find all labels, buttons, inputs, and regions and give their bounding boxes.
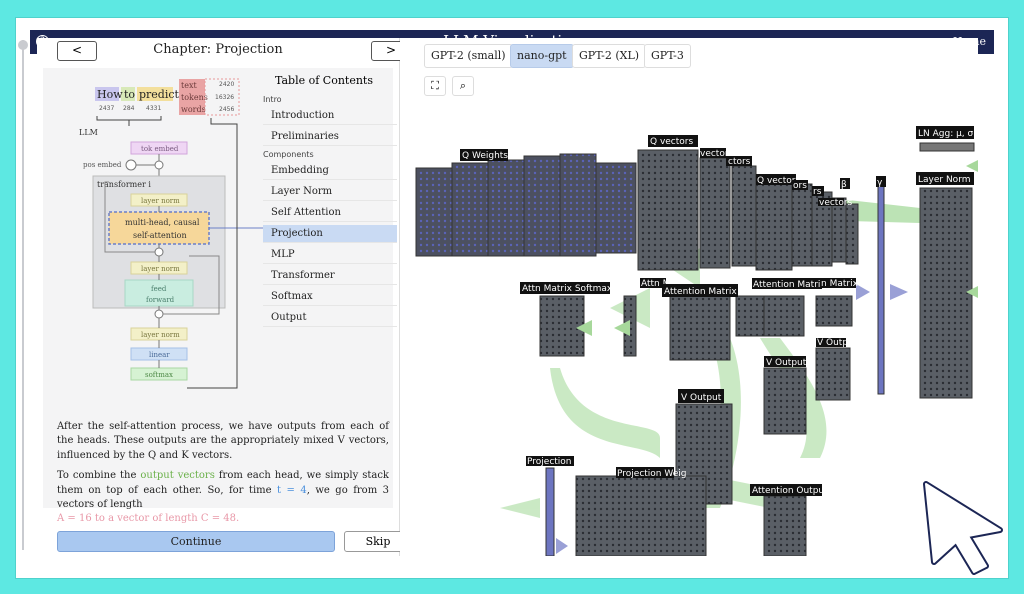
- paragraph-2-a: To combine the: [57, 470, 141, 482]
- linear-label: linear: [149, 351, 170, 359]
- token-id-0: 2437: [99, 105, 114, 112]
- toc-group-components: Components: [263, 150, 314, 159]
- progress-rail-handle[interactable]: [18, 40, 28, 50]
- attention-matrix-block: [669, 295, 731, 361]
- n-matrix-block: [815, 295, 853, 327]
- legend-text: text: [181, 81, 197, 90]
- toc-item-projection[interactable]: Projection: [263, 225, 397, 243]
- label-attention-matrix: Attention Matrix: [664, 287, 737, 297]
- token-id-2: 4331: [146, 105, 161, 112]
- q-vectors-stack: [637, 149, 859, 271]
- label-attention-matrix-2: Attention Matrix: [753, 280, 826, 290]
- continue-button[interactable]: Continue: [57, 531, 335, 552]
- label-rs: rs: [813, 187, 822, 197]
- cursor-icon: [923, 481, 1003, 575]
- toc-item-introduction[interactable]: Introduction: [263, 107, 397, 125]
- feed-forward-label-1: feed: [151, 285, 167, 293]
- walkthrough-panel: < Chapter: Projection > How to predict 2…: [37, 38, 412, 556]
- toc-item-self-attention[interactable]: Self Attention: [263, 204, 397, 222]
- attention-matrix-2-block: [763, 295, 805, 337]
- projection-weights-block: [575, 475, 707, 556]
- label-projection-bias: Projection Bias: [527, 457, 594, 467]
- label-n-matrix: n Matrix: [821, 279, 859, 289]
- attn-softmax-block: [539, 295, 585, 357]
- layer-norm-block: [919, 187, 973, 399]
- label-attention-output: Attention Output: [752, 486, 828, 496]
- visualization-canvas[interactable]: GPT-2 (small) nano-gpt GPT-2 (XL) GPT-3 …: [400, 38, 978, 556]
- label-ln-agg: LN Agg: μ, σ: [918, 129, 974, 139]
- v-output-small-block: [815, 347, 851, 401]
- legend-tokens: tokens: [181, 93, 208, 102]
- label-beta: β: [841, 180, 847, 190]
- label-vectors-small: vectors: [819, 198, 853, 208]
- legend-value-1: 16326: [215, 94, 234, 101]
- pos-embed-label: pos embed: [83, 161, 122, 169]
- label-q-weights: Q Weights: [462, 151, 508, 161]
- tok-embed-label: tok embed: [141, 145, 179, 153]
- llm-label: LLM: [79, 128, 98, 137]
- toc-item-mlp[interactable]: MLP: [263, 246, 397, 264]
- ln-agg-block: [919, 142, 975, 152]
- llm-3d-scene: Q Weights Q vectors vectors ctors Q vect…: [415, 126, 978, 556]
- paragraph-1: After the self-attention process, we hav…: [57, 421, 389, 461]
- toc-item-embedding[interactable]: Embedding: [263, 162, 397, 180]
- paragraph-2-d: A = 16 to a vector of length C = 48.: [57, 513, 240, 525]
- toc-title: Table of Contents: [275, 74, 374, 87]
- layer-norm-1-label: layer norm: [141, 197, 180, 205]
- label-v-output-2: V Output: [766, 358, 807, 368]
- label-ors: ors: [793, 181, 807, 191]
- layer-norm-2-label: layer norm: [141, 265, 180, 273]
- toc-item-layer-norm[interactable]: Layer Norm: [263, 183, 397, 201]
- toc-item-softmax[interactable]: Softmax: [263, 288, 397, 306]
- q-weights-stack: [415, 153, 637, 257]
- token-predict: predict: [139, 88, 180, 101]
- time-term: t = 4: [277, 484, 307, 496]
- toc-item-preliminaries[interactable]: Preliminaries: [263, 128, 397, 146]
- token-to: to: [124, 88, 135, 101]
- paragraph-2: To combine the output vectors from each …: [57, 469, 389, 527]
- toc-item-transformer[interactable]: Transformer: [263, 267, 397, 285]
- label-attn-softmax: Attn Matrix Softmax: [522, 284, 613, 294]
- toc-item-output[interactable]: Output: [263, 309, 397, 327]
- attention-label-1: multi-head, causal: [125, 218, 200, 227]
- chapter-text: After the self-attention process, we hav…: [57, 420, 389, 533]
- table-of-contents: Table of Contents Intro Introduction Pre…: [263, 74, 397, 330]
- label-projection-weights: Projection Weig: [617, 469, 687, 479]
- feed-forward-label-2: forward: [146, 296, 175, 304]
- layer-norm-3-label: layer norm: [141, 331, 180, 339]
- label-v-output: V Output: [681, 393, 722, 403]
- label-ctors: ctors: [728, 157, 751, 167]
- gamma-bar: [877, 185, 885, 395]
- token-how: How: [97, 88, 123, 101]
- chapter-title: Chapter: Projection: [153, 42, 283, 57]
- label-layer-norm: Layer Norm: [918, 175, 971, 185]
- label-q-vectors: Q vectors: [650, 137, 693, 147]
- legend-value-0: 2420: [219, 81, 234, 88]
- chapter-scroll-area[interactable]: How to predict 2437 284 4331 text tokens…: [43, 68, 397, 524]
- attention-output-block: [763, 495, 807, 556]
- label-gamma: γ: [877, 178, 883, 188]
- llm-diagram: How to predict 2437 284 4331 text tokens…: [49, 70, 271, 410]
- softmax-label: softmax: [145, 371, 173, 379]
- label-v-output-small: V Output: [817, 338, 858, 348]
- token-id-1: 284: [123, 105, 135, 112]
- projection-bias-bar: [545, 467, 555, 556]
- legend-value-2: 2456: [219, 106, 234, 113]
- attention-label-2: self-attention: [133, 231, 187, 240]
- progress-rail[interactable]: [22, 40, 24, 550]
- legend-words: words: [181, 105, 206, 114]
- toc-group-intro: Intro: [263, 95, 282, 104]
- output-vectors-term: output vectors: [140, 470, 215, 482]
- v-output-2-block: [763, 367, 807, 435]
